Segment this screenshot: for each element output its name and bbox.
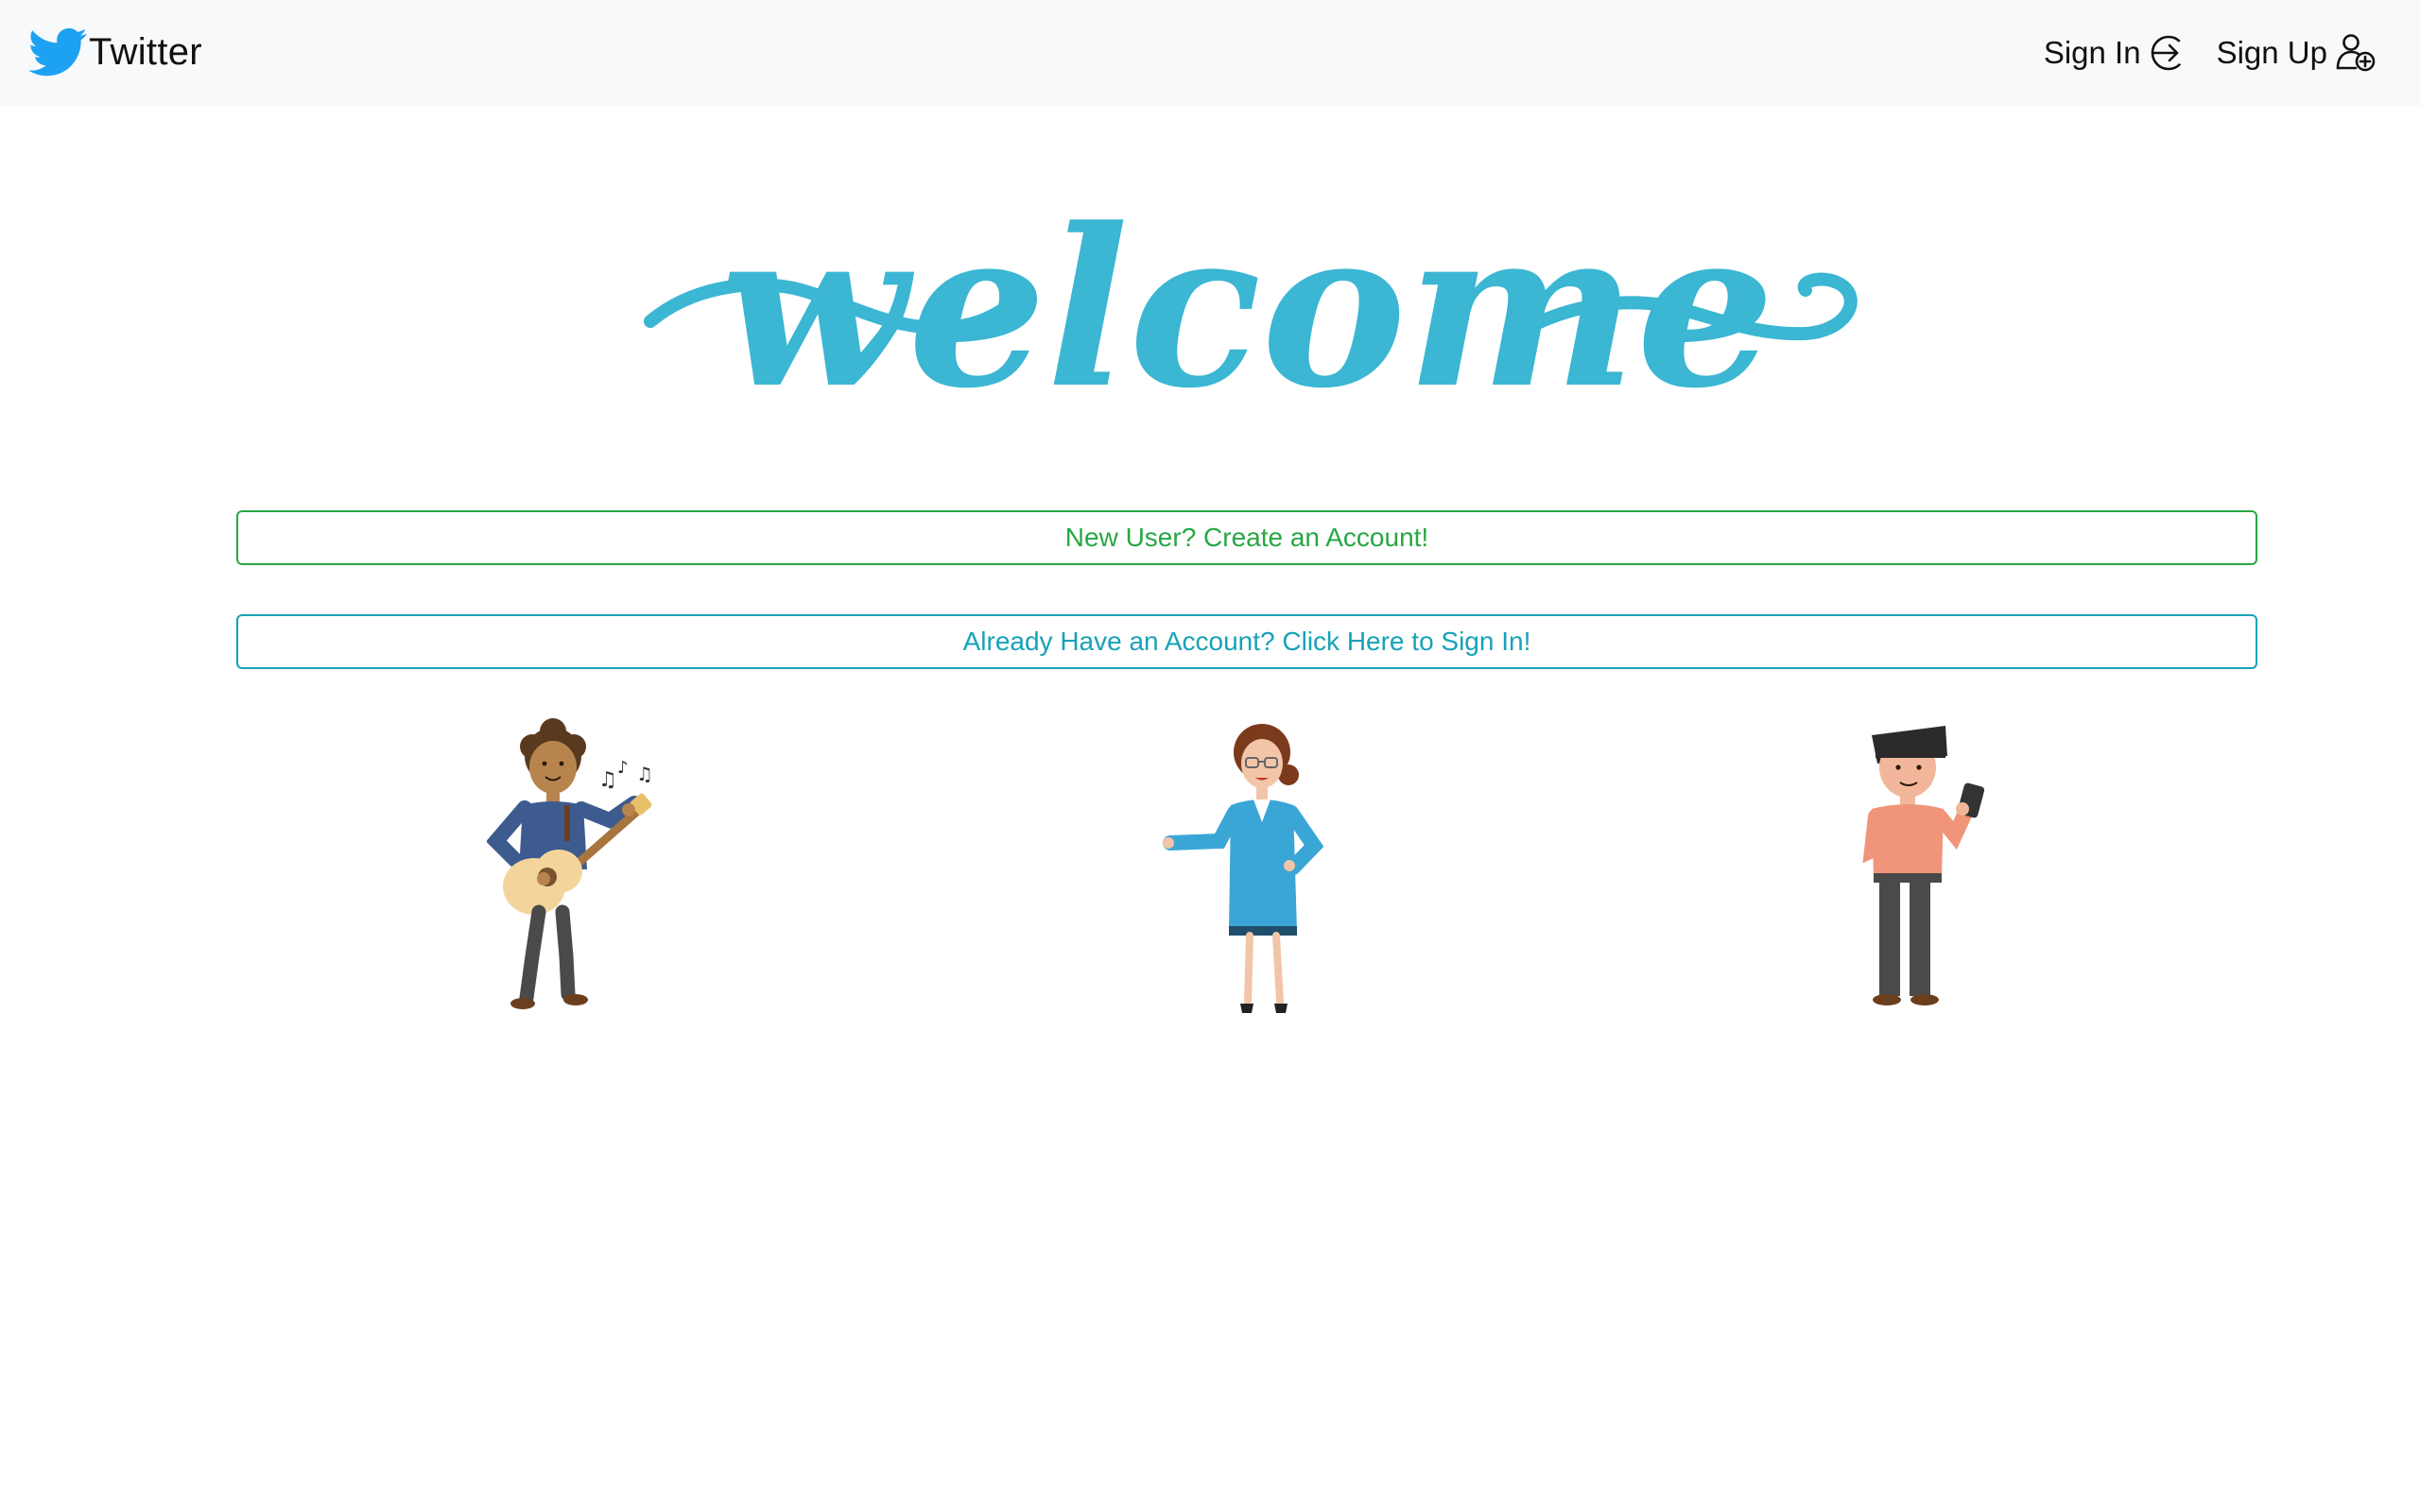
twitter-bird-icon [28,23,87,81]
svg-text:♫: ♫ [598,768,617,792]
user-plus-icon [2327,32,2377,74]
sign-up-link[interactable]: Sign Up [2217,32,2377,74]
sign-in-arrow-icon [2141,33,2188,73]
nav-links: Sign In Sign Up [2015,26,2377,79]
sign-in-link[interactable]: Sign In [2044,33,2188,73]
brand-name: Twitter [89,30,202,73]
man-with-phone-illustration [1843,718,2014,1021]
brand-link[interactable]: Twitter [28,21,202,83]
welcome-text: welcome [721,181,1775,437]
welcome-heading: welcome [633,165,1862,449]
sign-in-label: Sign In [2043,35,2141,70]
svg-text:♪: ♪ [617,758,629,778]
presenting-woman-illustration [1163,718,1333,1021]
guitar-player-illustration: ♫ ♪ ♫ [487,718,657,1021]
top-navbar: Twitter Sign In Sign Up [0,0,2420,106]
svg-text:♫: ♫ [636,763,653,785]
sign-in-button[interactable]: Already Have an Account? Click Here to S… [236,614,2257,669]
create-account-button[interactable]: New User? Create an Account! [236,510,2257,565]
sign-up-label: Sign Up [2216,35,2327,70]
